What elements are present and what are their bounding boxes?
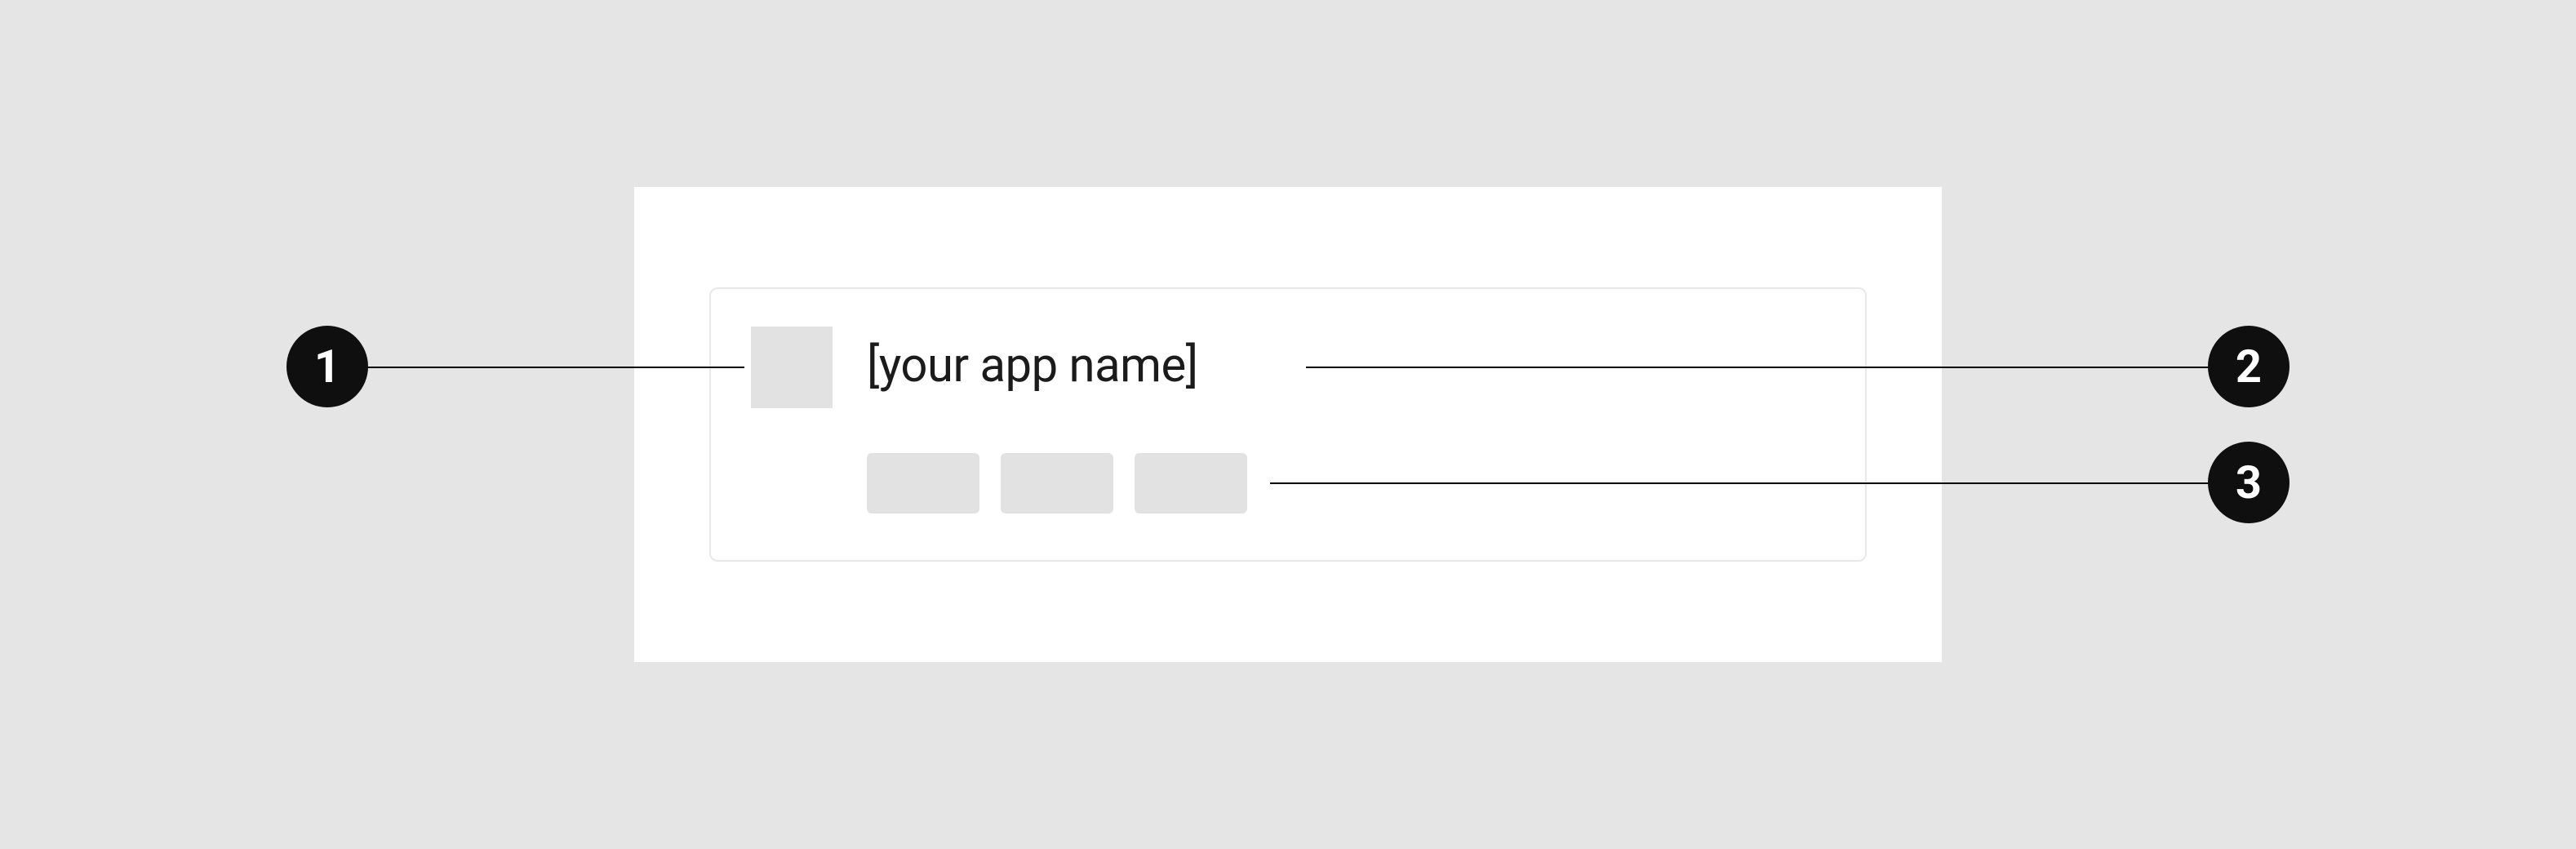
app-icon-placeholder [751, 327, 833, 408]
callout-badge-3: 3 [2208, 442, 2290, 523]
callout-line-1 [362, 367, 744, 368]
callout-badge-1: 1 [286, 326, 368, 407]
callout-line-2 [1306, 367, 2214, 368]
app-name-label: [your app name] [867, 338, 1198, 395]
metadata-block-1 [867, 453, 979, 513]
app-row-box [709, 287, 1867, 562]
callout-line-3 [1270, 482, 2214, 484]
metadata-block-2 [1001, 453, 1113, 513]
callout-badge-2: 2 [2208, 326, 2290, 407]
metadata-block-3 [1135, 453, 1247, 513]
diagram-stage: [your app name] 1 2 3 [0, 0, 2576, 849]
